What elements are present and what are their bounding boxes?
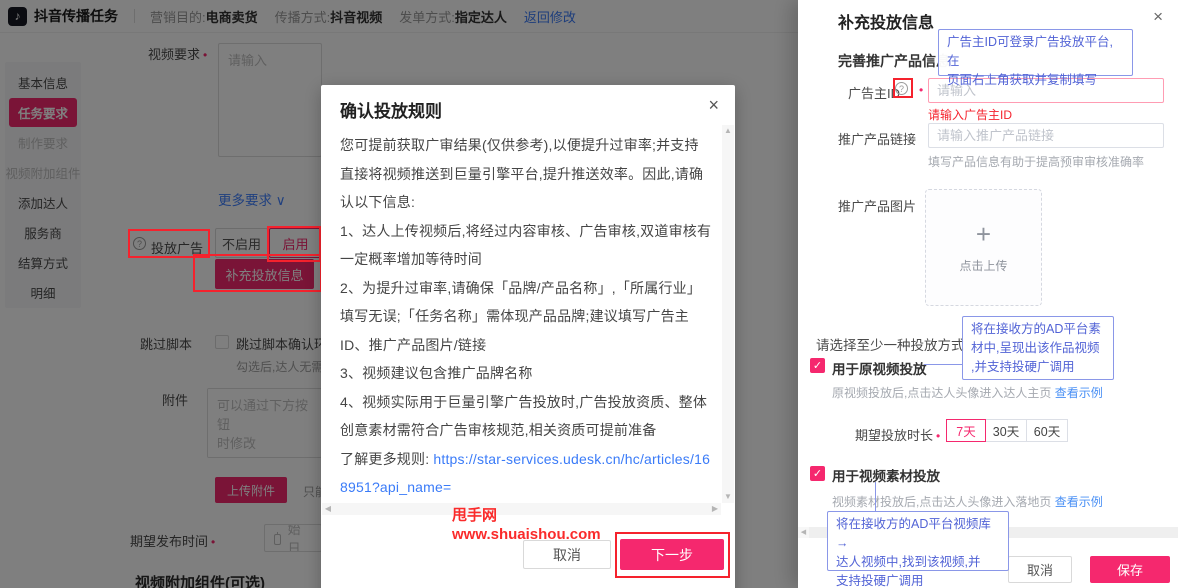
tooltip-connector [875,482,876,511]
rule-paragraph: 1、达人上传视频后,将经过内容审核、广告审核,双道审核有一定概率增加等待时间 [340,217,712,274]
duration-label: 期望投放时长• [855,425,940,444]
duration-60d-button[interactable]: 60天 [1026,419,1068,442]
tooltip-advertiser-id: 广告主ID可登录广告投放平台,在 页面右上角获取并复制填写 [938,29,1133,76]
rule-paragraph: 2、为提升过审率,请确保「品牌/产品名称」,「所属行业」填写无误;「任务名称」需… [340,274,712,360]
modal-title: 确认投放规则 [340,97,442,122]
rule-paragraph: 4、视频实际用于巨量引擎广告投放时,广告投放资质、整体创意素材需符合广告审核规范… [340,388,712,445]
close-icon[interactable]: × [708,96,719,114]
chevron-left-icon[interactable]: ◀ [322,503,334,515]
original-video-label: 用于原视频投放 [832,358,927,378]
advertiser-id-label: 广告主ID [848,83,900,102]
video-material-hint: 视频素材投放后,点击达人头像进入落地页 查看示例 [832,493,1103,510]
modal-next-button[interactable]: 下一步 [620,539,724,570]
original-video-hint: 原视频投放后,点击达人头像进入达人主页 查看示例 [832,384,1103,401]
modal-cancel-button[interactable]: 取消 [523,540,611,569]
product-link-input[interactable] [928,123,1164,148]
chevron-right-icon[interactable]: ▶ [709,503,721,515]
image-upload-box[interactable]: + 点击上传 [925,189,1042,306]
duration-30d-button[interactable]: 30天 [985,419,1027,442]
watermark: 甩手网 www.shuaishou.com [452,506,601,544]
product-link-hint: 填写产品信息有助于提高预审审核准确率 [928,153,1144,170]
required-dot: • [936,429,940,443]
see-example-link[interactable]: 查看示例 [1055,495,1103,509]
original-video-checkbox[interactable]: ✓ [810,358,825,373]
drawer-save-button[interactable]: 保存 [1090,556,1170,583]
delivery-mode-label: 请选择至少一种投放方式 [816,334,965,354]
upload-text: 点击上传 [959,257,1007,274]
tooltip-original-video: 将在接收方的AD平台素 材中,呈现出该作品视频 ,并支持投硬广调用 [962,316,1114,380]
plus-icon: + [976,221,991,247]
video-material-label: 用于视频素材投放 [832,465,940,485]
drawer-cancel-button[interactable]: 取消 [1008,556,1072,583]
rule-paragraph: 3、视频建议包含推广品牌名称 [340,359,712,388]
drawer-title: 补充投放信息 [838,9,934,33]
page: ♪ 抖音传播任务 营销目的:电商卖货 传播方式:抖音视频 发单方式:指定达人 返… [0,0,1178,588]
chevron-down-icon[interactable]: ▼ [722,491,734,503]
close-icon[interactable]: × [1153,8,1163,25]
see-example-link[interactable]: 查看示例 [1055,386,1103,400]
video-material-checkbox[interactable]: ✓ [810,466,825,481]
rule-paragraph: 您可提前获取广审结果(仅供参考),以便提升过审率;并支持直接将视频推送到巨量引擎… [340,131,712,217]
rule-more-line: 了解更多规则: https://star-services.udesk.cn/h… [340,445,712,502]
product-link-label: 推广产品链接 [838,129,916,148]
product-info-section-label: 完善推广产品信息 [838,51,950,71]
chevron-left-icon[interactable]: ◀ [798,527,809,538]
advertiser-id-error: 请输入广告主ID [928,106,1012,123]
product-image-label: 推广产品图片 [838,196,916,215]
chevron-up-icon[interactable]: ▲ [722,125,734,137]
vertical-scrollbar[interactable]: ▲ ▼ [722,125,734,503]
tooltip-video-material: 将在接收方的AD平台视频库→ 达人视频中,找到该视频,并 支持投硬广调用 [827,511,1009,571]
required-dot: • [919,83,923,97]
modal-body: 您可提前获取广审结果(仅供参考),以便提升过审率;并支持直接将视频推送到巨量引擎… [340,131,712,502]
question-icon[interactable]: ? [895,82,908,95]
duration-7d-button[interactable]: 7天 [946,419,986,442]
tooltip-connector [924,364,962,365]
